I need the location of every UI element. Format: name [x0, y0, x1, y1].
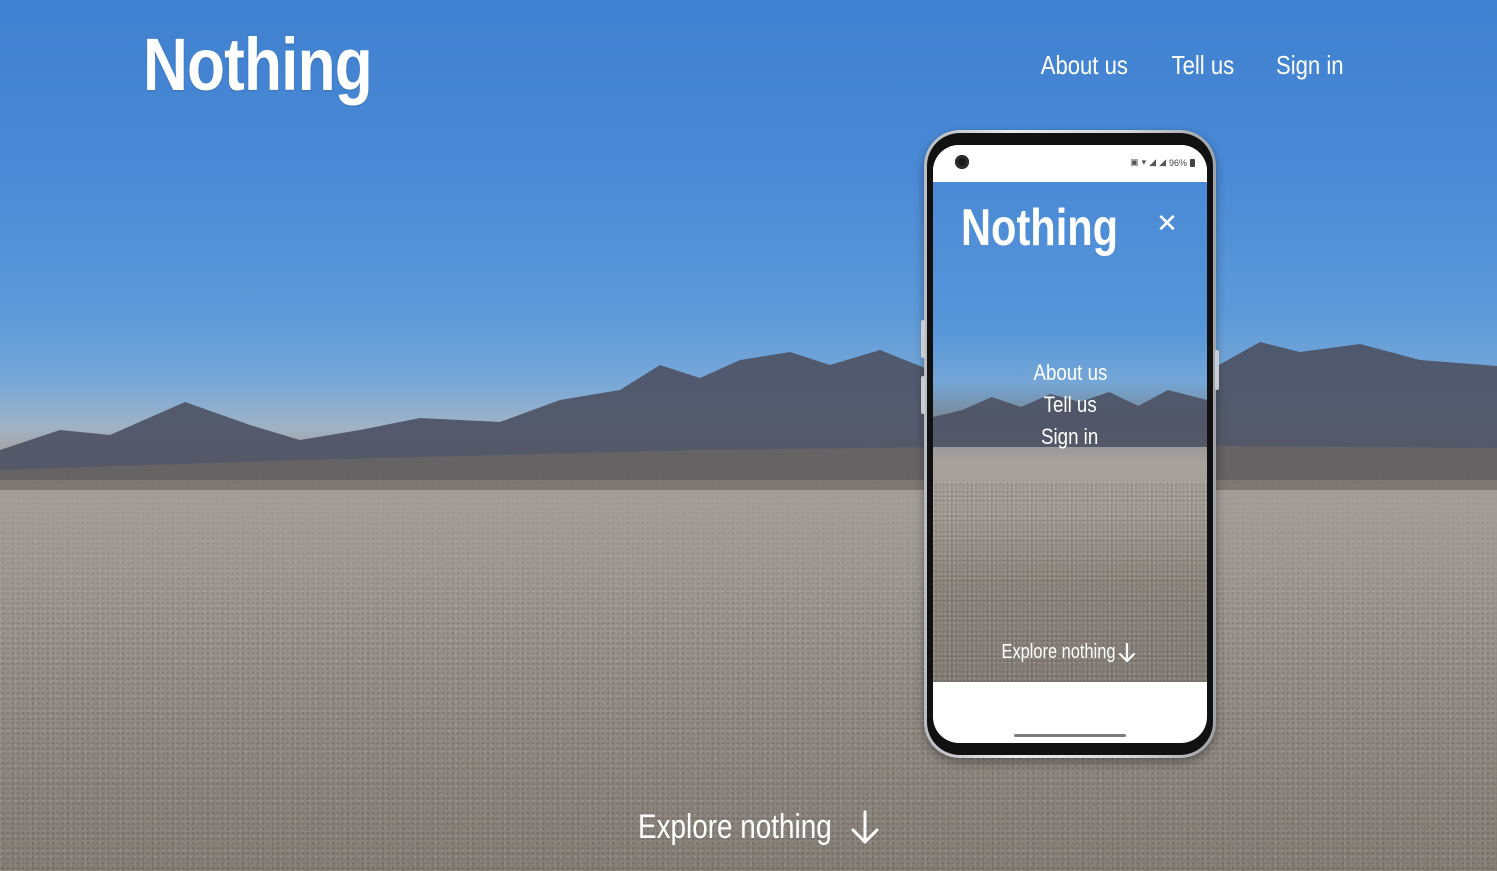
signal-icon: ◢	[1149, 157, 1157, 167]
home-indicator[interactable]	[1014, 734, 1126, 737]
battery-percent: 96%	[1168, 157, 1187, 168]
status-icons: ▣ ▾ ◢ ◢ 96%	[1130, 157, 1195, 168]
nav-sign-in[interactable]: Sign in	[1275, 50, 1343, 81]
close-icon[interactable]: ✕	[1155, 211, 1179, 237]
phone-screen: ▣ ▾ ◢ ◢ 96% Nothing ✕ About us Tell us S…	[933, 145, 1207, 743]
site-logo[interactable]: Nothing	[143, 22, 373, 107]
explore-nothing-link[interactable]: Explore nothing	[638, 808, 882, 847]
arrow-down-icon	[851, 810, 879, 843]
phone-app-view: Nothing ✕ About us Tell us Sign in Explo…	[933, 182, 1207, 682]
signal-icon-2: ◢	[1159, 157, 1166, 167]
app-logo[interactable]: Nothing	[961, 198, 1118, 258]
arrow-down-icon	[1119, 642, 1136, 662]
app-menu: About us Tell us Sign in	[933, 360, 1207, 450]
app-menu-tell-us[interactable]: Tell us	[1043, 392, 1096, 418]
hero-background: Nothing About us Tell us Sign in ▣ ▾ ◢ ◢…	[0, 0, 1497, 871]
phone-power-button	[1215, 350, 1219, 390]
front-camera-icon	[955, 155, 969, 169]
app-menu-about-us[interactable]: About us	[1033, 360, 1107, 386]
app-menu-sign-in[interactable]: Sign in	[1041, 424, 1098, 450]
main-nav: About us Tell us Sign in	[1033, 50, 1349, 81]
phone-volume-down	[921, 376, 925, 414]
phone-mockup: ▣ ▾ ◢ ◢ 96% Nothing ✕ About us Tell us S…	[921, 130, 1219, 758]
app-explore-link[interactable]: Explore nothing	[933, 641, 1207, 664]
explore-label: Explore nothing	[638, 808, 832, 846]
app-explore-label: Explore nothing	[1001, 641, 1115, 663]
nav-tell-us[interactable]: Tell us	[1171, 50, 1234, 81]
phone-volume-up	[921, 320, 925, 358]
phone-status-bar: ▣ ▾ ◢ ◢ 96%	[933, 145, 1207, 182]
battery-icon	[1190, 158, 1195, 167]
wifi-icon: ▾	[1141, 157, 1147, 167]
nav-about-us[interactable]: About us	[1041, 50, 1128, 81]
nfc-icon: ▣	[1130, 157, 1139, 167]
phone-bezel: ▣ ▾ ◢ ◢ 96% Nothing ✕ About us Tell us S…	[927, 133, 1213, 755]
